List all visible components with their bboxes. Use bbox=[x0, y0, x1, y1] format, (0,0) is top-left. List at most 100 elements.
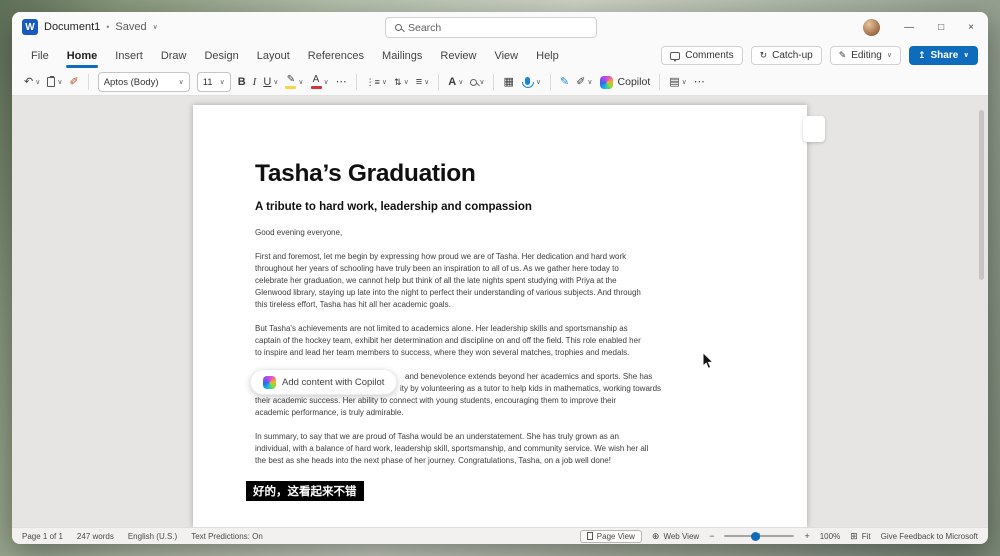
align-button[interactable]: ≡ ∨ bbox=[416, 76, 430, 88]
designer-button[interactable]: ▤ ∨ bbox=[669, 76, 687, 88]
word-window: W Document1 • Saved ∨ Search — □ × File … bbox=[12, 12, 988, 544]
bold-button[interactable]: B bbox=[238, 76, 246, 88]
text-line[interactable]: First and foremost, let me begin by expr… bbox=[255, 251, 727, 263]
editor-button[interactable]: ▦ bbox=[503, 75, 514, 88]
more-font-options-button[interactable]: ⋯ bbox=[336, 76, 347, 88]
styles-button[interactable]: A ∨ bbox=[448, 76, 464, 88]
search-input[interactable]: Search bbox=[385, 17, 597, 38]
fit-button[interactable]: ⊞ Fit bbox=[850, 531, 870, 541]
chevron-down-icon: ∨ bbox=[323, 78, 329, 86]
copilot-button[interactable]: Copilot bbox=[599, 75, 650, 89]
text-line[interactable]: to inspire and lead her team members to … bbox=[255, 347, 727, 359]
dictate-button[interactable]: ∨ bbox=[521, 77, 541, 88]
share-button[interactable]: ↥ Share ∨ bbox=[908, 46, 978, 65]
text-line[interactable]: Good evening everyone, bbox=[255, 227, 727, 239]
document-title[interactable]: Document1 bbox=[44, 21, 100, 33]
web-view-button[interactable]: ⊕ Web View bbox=[652, 531, 699, 541]
tab-review[interactable]: Review bbox=[431, 44, 485, 68]
maximize-button[interactable]: □ bbox=[938, 22, 944, 33]
chevron-down-icon: ∨ bbox=[963, 52, 969, 59]
tab-help[interactable]: Help bbox=[527, 44, 568, 68]
format-painter-icon: ✐ bbox=[69, 75, 79, 88]
text-line[interactable]: celebrate her graduation, we cannot help… bbox=[255, 275, 727, 287]
ink-editor-button[interactable]: ✎ bbox=[560, 76, 569, 88]
text-line[interactable]: But Tasha's achievements are not limited… bbox=[255, 323, 727, 335]
doc-heading[interactable]: Tasha’s Graduation bbox=[255, 160, 727, 188]
format-painter-button[interactable]: ✐ bbox=[69, 75, 79, 88]
saved-status[interactable]: Saved bbox=[115, 21, 146, 33]
text-line[interactable]: throughout her years of schooling have t… bbox=[255, 263, 727, 275]
font-name-select[interactable]: Aptos (Body) ∨ bbox=[97, 72, 190, 92]
word-logo-icon[interactable]: W bbox=[22, 19, 38, 35]
chevron-down-icon: ∨ bbox=[35, 78, 41, 86]
close-button[interactable]: × bbox=[968, 22, 974, 33]
text-line[interactable]: academic performance, is truly admirable… bbox=[255, 407, 727, 419]
text-line[interactable]: In summary, to say that we are proud of … bbox=[255, 431, 727, 443]
bullets-button[interactable]: ⋮≡ ∨ bbox=[366, 77, 387, 87]
chevron-down-icon: ∨ bbox=[403, 78, 409, 86]
chevron-down-icon: ∨ bbox=[458, 78, 464, 86]
tab-references[interactable]: References bbox=[299, 44, 373, 68]
italic-button[interactable]: I bbox=[253, 76, 257, 88]
tab-insert[interactable]: Insert bbox=[106, 44, 152, 68]
undo-button[interactable]: ↶ ∨ bbox=[24, 75, 41, 88]
chevron-down-icon[interactable]: ∨ bbox=[153, 24, 158, 31]
find-button[interactable]: ∨ bbox=[470, 78, 484, 86]
titlebar: W Document1 • Saved ∨ Search — □ × bbox=[12, 12, 988, 42]
highlight-color-button[interactable]: ✎ ∨ bbox=[285, 75, 304, 89]
collapsed-comment-card[interactable] bbox=[803, 116, 825, 142]
clipboard-icon bbox=[47, 75, 56, 87]
page-view-button[interactable]: Page View bbox=[579, 529, 642, 543]
chevron-down-icon: ∨ bbox=[298, 78, 304, 86]
zoom-out-button[interactable]: − bbox=[709, 531, 714, 541]
zoom-slider-thumb[interactable] bbox=[751, 531, 761, 541]
text-line[interactable]: the best as she heads into the next phas… bbox=[255, 455, 727, 467]
line-spacing-icon: ⇅ bbox=[394, 76, 402, 87]
title-separator: • bbox=[106, 22, 110, 32]
underline-button[interactable]: U ∨ bbox=[263, 76, 278, 88]
tab-view[interactable]: View bbox=[485, 44, 527, 68]
paste-button[interactable]: ∨ bbox=[47, 75, 63, 87]
text-line[interactable]: this tireless effort, Tasha has hit all … bbox=[255, 299, 727, 311]
status-text-predictions[interactable]: Text Predictions: On bbox=[191, 532, 263, 541]
minimize-button[interactable]: — bbox=[904, 22, 914, 33]
tab-design[interactable]: Design bbox=[195, 44, 247, 68]
chevron-down-icon: ∨ bbox=[57, 78, 63, 86]
font-size-select[interactable]: 11 ∨ bbox=[196, 72, 231, 92]
tab-home[interactable]: Home bbox=[58, 44, 107, 68]
document-page[interactable]: Tasha’s Graduation A tribute to hard wor… bbox=[193, 105, 807, 527]
tab-draw[interactable]: Draw bbox=[152, 44, 196, 68]
feedback-link[interactable]: Give Feedback to Microsoft bbox=[881, 532, 978, 541]
tab-file[interactable]: File bbox=[22, 44, 58, 68]
pen-tools-button[interactable]: ✐ ∨ bbox=[576, 76, 592, 88]
status-word-count[interactable]: 247 words bbox=[77, 532, 114, 541]
ribbon-tab-row: File Home Insert Draw Design Layout Refe… bbox=[12, 42, 988, 69]
copilot-suggestion-button[interactable]: Add content with Copilot bbox=[250, 369, 398, 395]
line-spacing-button[interactable]: ⇅ ∨ bbox=[394, 76, 409, 87]
comments-label: Comments bbox=[685, 50, 734, 61]
caption-text: 好的，这看起来不错 bbox=[253, 486, 357, 498]
zoom-slider[interactable] bbox=[724, 531, 795, 541]
avatar[interactable] bbox=[863, 18, 881, 36]
catchup-label: Catch-up bbox=[772, 50, 813, 61]
text-line[interactable]: Glenwood library, staying up late into t… bbox=[255, 287, 727, 299]
text-line[interactable]: their academic success. Her ability to c… bbox=[255, 395, 727, 407]
text-line[interactable]: individual, with a balance of hard work,… bbox=[255, 443, 727, 455]
catchup-button[interactable]: ↻ Catch-up bbox=[750, 46, 822, 65]
comments-button[interactable]: Comments bbox=[661, 46, 743, 65]
doc-subheading[interactable]: A tribute to hard work, leadership and c… bbox=[255, 200, 727, 215]
zoom-level[interactable]: 100% bbox=[820, 532, 840, 541]
undo-icon: ↶ bbox=[24, 75, 34, 88]
editing-button[interactable]: ✎ Editing ∨ bbox=[829, 46, 901, 65]
text-line[interactable]: captain of the hockey team, exhibit her … bbox=[255, 335, 727, 347]
tab-layout[interactable]: Layout bbox=[248, 44, 299, 68]
tab-mailings[interactable]: Mailings bbox=[373, 44, 431, 68]
more-toolbar-button[interactable]: ⋯ bbox=[694, 76, 705, 88]
status-page-count[interactable]: Page 1 of 1 bbox=[22, 532, 63, 541]
font-color-button[interactable]: A ∨ bbox=[310, 75, 329, 89]
font-color-swatch bbox=[310, 86, 322, 89]
zoom-in-button[interactable]: + bbox=[804, 531, 809, 541]
status-language[interactable]: English (U.S.) bbox=[128, 532, 177, 541]
scrollbar[interactable] bbox=[979, 110, 984, 280]
editor-icon: ▦ bbox=[503, 75, 514, 88]
